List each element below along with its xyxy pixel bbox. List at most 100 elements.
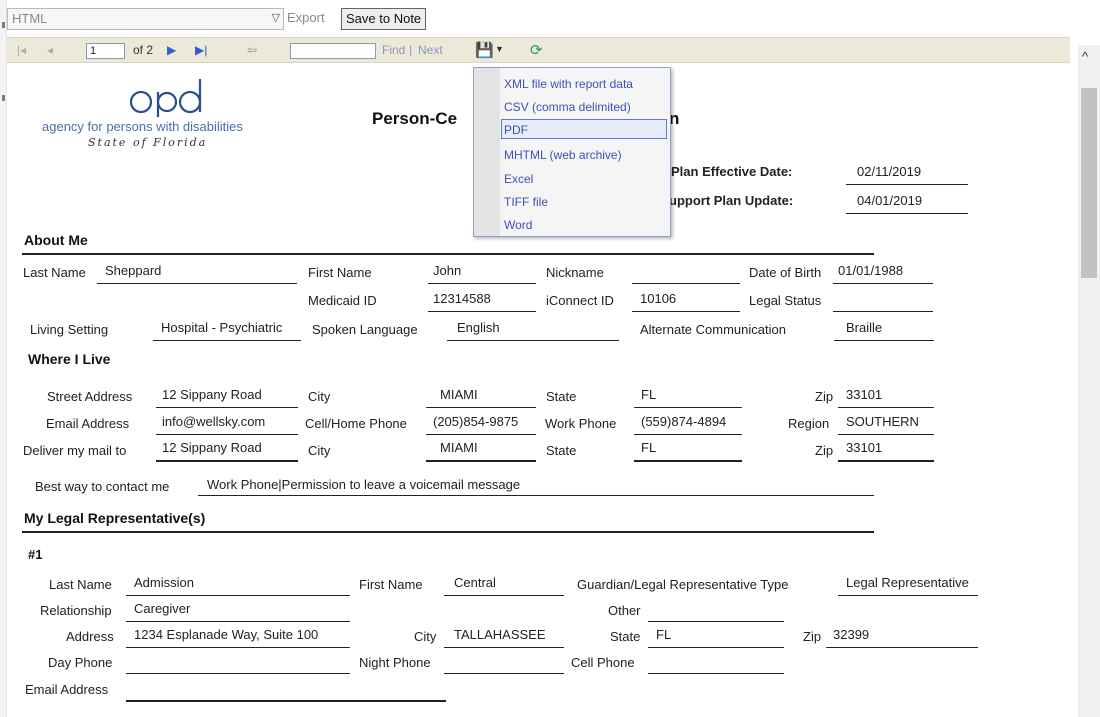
- mail-city-label: City: [308, 443, 331, 458]
- plan-effective-label: Plan Effective Date:: [671, 164, 793, 179]
- day-phone-label: Day Phone: [48, 655, 113, 670]
- export-format-menu: XML file with report data CSV (comma del…: [473, 67, 671, 237]
- living-setting-value: Hospital - Psychiatric: [161, 320, 283, 335]
- rep-state-value: FL: [656, 627, 672, 642]
- menu-item-word[interactable]: Word: [504, 218, 532, 232]
- next-page-icon[interactable]: ▶: [167, 43, 176, 57]
- menu-item-tiff[interactable]: TIFF file: [504, 195, 548, 209]
- chevron-down-icon[interactable]: ▼: [495, 44, 504, 54]
- mail-state-label: State: [546, 443, 577, 458]
- left-edge-bar: [0, 0, 7, 717]
- save-disk-icon[interactable]: 💾: [475, 41, 494, 59]
- mail-zip-value: 33101: [846, 440, 883, 455]
- logo-state-text: State of Florida: [88, 136, 208, 149]
- address-value: 1234 Esplanade Way, Suite 100: [134, 627, 319, 642]
- save-to-note-button[interactable]: Save to Note: [341, 8, 427, 30]
- logo-org-text: agency for persons with disabilities: [42, 119, 243, 134]
- zip-value: 33101: [846, 387, 883, 402]
- mail-street-value: 12 Sippany Road: [162, 440, 262, 455]
- rep-first-name-value: Central: [454, 575, 496, 590]
- mail-label: Deliver my mail to: [23, 443, 127, 458]
- contact-label: Best way to contact me: [35, 479, 170, 494]
- rep-type-label: Guardian/Legal Representative Type: [577, 577, 789, 592]
- back-icon[interactable]: ⇦: [247, 43, 257, 57]
- medicaid-label: Medicaid ID: [308, 293, 377, 308]
- report-title: Person-Ce: [372, 109, 458, 128]
- rep-email-label: Email Address: [25, 682, 109, 697]
- cell-phone-value: (205)854-9875: [433, 414, 519, 429]
- medicaid-value: 12314588: [433, 291, 491, 306]
- relationship-value: Caregiver: [134, 601, 191, 616]
- report-toolbar: |◂ ◂ of 2 ▶ ▶| ⇦ Find | Next 💾 ▼ ⟳: [7, 37, 1070, 63]
- apd-logo: [130, 79, 202, 117]
- menu-item-csv[interactable]: CSV (comma delimited): [504, 100, 631, 114]
- alt-comm-label: Alternate Communication: [640, 322, 786, 337]
- page-number-input[interactable]: 1: [86, 43, 125, 59]
- rep-zip-value: 32399: [833, 627, 870, 642]
- chevron-down-icon: ▽: [271, 12, 280, 24]
- dob-label: Date of Birth: [749, 265, 822, 280]
- rep-type-value: Legal Representative: [846, 575, 969, 590]
- cell-phone-label-rep: Cell Phone: [571, 655, 635, 670]
- cell-phone-label: Cell/Home Phone: [305, 416, 407, 431]
- dob-value: 01/01/1988: [838, 263, 904, 278]
- where-i-live-heading: Where I Live: [28, 351, 111, 367]
- iconnect-label: iConnect ID: [546, 293, 614, 308]
- relationship-label: Relationship: [40, 603, 112, 618]
- scroll-up-icon[interactable]: ^: [1082, 49, 1088, 64]
- last-name-label: Last Name: [23, 265, 86, 280]
- email-label: Email Address: [46, 416, 130, 431]
- mail-state-value: FL: [641, 440, 657, 455]
- rep-zip-label: Zip: [803, 629, 822, 644]
- other-label: Other: [608, 603, 641, 618]
- page-count: of 2: [133, 43, 154, 57]
- menu-item-xml[interactable]: XML file with report data: [504, 77, 633, 91]
- refresh-icon[interactable]: ⟳: [530, 41, 543, 59]
- plan-update-value: 04/01/2019: [857, 193, 923, 208]
- living-setting-label: Living Setting: [30, 322, 109, 337]
- spoken-language-value: English: [457, 320, 500, 335]
- email-value: info@wellsky.com: [162, 414, 266, 429]
- find-input[interactable]: [290, 43, 376, 59]
- legal-rep-number: #1: [28, 547, 43, 562]
- legal-rep-heading: My Legal Representative(s): [24, 510, 206, 526]
- find-separator: |: [409, 43, 413, 57]
- iconnect-value: 10106: [640, 291, 677, 306]
- rep-last-name-label: Last Name: [49, 577, 112, 592]
- plan-effective-value: 02/11/2019: [857, 164, 922, 179]
- last-name-value: Sheppard: [105, 263, 162, 278]
- scroll-thumb[interactable]: [1081, 88, 1097, 278]
- first-page-icon[interactable]: |◂: [17, 43, 26, 57]
- rep-first-name-label: First Name: [359, 577, 423, 592]
- mail-city-value: MIAMI: [440, 440, 478, 455]
- rep-city-label: City: [414, 629, 437, 644]
- format-select[interactable]: HTML ▽: [7, 8, 284, 30]
- rep-last-name-value: Admission: [134, 575, 194, 590]
- first-name-label: First Name: [308, 265, 372, 280]
- first-name-value: John: [433, 263, 462, 278]
- find-next-link[interactable]: Next: [418, 43, 443, 57]
- rep-city-value: TALLAHASSEE: [454, 627, 546, 642]
- alt-comm-value: Braille: [846, 320, 883, 335]
- state-label: State: [546, 389, 577, 404]
- work-phone-label: Work Phone: [545, 416, 617, 431]
- street-address-value: 12 Sippany Road: [162, 387, 262, 402]
- mail-zip-label: Zip: [815, 443, 834, 458]
- region-value: SOUTHERN: [846, 414, 919, 429]
- last-page-icon[interactable]: ▶|: [195, 43, 207, 57]
- work-phone-value: (559)874-4894: [641, 414, 727, 429]
- menu-item-pdf[interactable]: PDF: [504, 123, 528, 137]
- menu-item-mhtml[interactable]: MHTML (web archive): [504, 148, 622, 162]
- about-me-heading: About Me: [24, 232, 88, 248]
- night-phone-label: Night Phone: [359, 655, 431, 670]
- export-link[interactable]: Export: [287, 10, 325, 25]
- prev-page-icon[interactable]: ◂: [47, 43, 53, 57]
- menu-item-excel[interactable]: Excel: [504, 172, 533, 186]
- nickname-label: Nickname: [546, 265, 604, 280]
- format-select-value: HTML: [12, 11, 48, 26]
- city-label: City: [308, 389, 331, 404]
- find-link[interactable]: Find: [382, 43, 405, 57]
- vertical-scrollbar[interactable]: ^: [1078, 45, 1100, 717]
- plan-update-label: upport Plan Update:: [669, 193, 794, 208]
- state-value: FL: [641, 387, 657, 402]
